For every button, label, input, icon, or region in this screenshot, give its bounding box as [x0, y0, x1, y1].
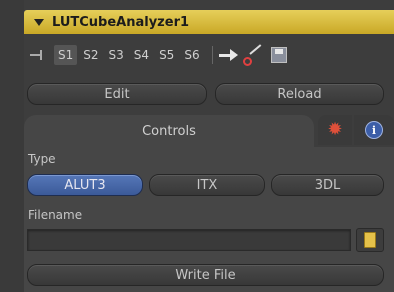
view-button-s2[interactable]: S2 — [79, 45, 102, 65]
key-icon[interactable] — [242, 47, 265, 66]
collapse-arrow-icon[interactable] — [34, 18, 44, 26]
edit-button[interactable]: Edit — [27, 83, 207, 105]
view-button-s3[interactable]: S3 — [105, 45, 128, 65]
view-button-s4[interactable]: S4 — [130, 45, 153, 65]
arrow-right-icon[interactable] — [218, 49, 239, 61]
tool-header[interactable]: LUTCubeAnalyzer1 — [24, 10, 394, 34]
view-toolbar: S1 S2 S3 S4 S5 S6 — [24, 40, 394, 70]
view-button-s6[interactable]: S6 — [180, 45, 203, 65]
tab-controls[interactable]: Controls — [24, 115, 314, 147]
gear-icon: ✹ — [327, 119, 343, 140]
pin-icon[interactable] — [30, 50, 46, 60]
type-option-alut3[interactable]: ALUT3 — [27, 174, 143, 196]
type-option-itx[interactable]: ITX — [149, 174, 265, 196]
type-label: Type — [28, 152, 56, 166]
tab-row: Controls ✹ i — [24, 115, 394, 147]
view-button-s1[interactable]: S1 — [54, 45, 78, 65]
tool-title: LUTCubeAnalyzer1 — [52, 14, 190, 30]
filename-input[interactable] — [27, 229, 351, 251]
toolbar-separator — [211, 46, 213, 64]
filename-label: Filename — [28, 208, 83, 222]
reload-button[interactable]: Reload — [215, 83, 384, 105]
tab-settings[interactable]: ✹ — [318, 115, 352, 145]
tab-info[interactable]: i — [354, 115, 394, 145]
view-button-s5[interactable]: S5 — [155, 45, 178, 65]
info-icon: i — [365, 121, 383, 139]
type-option-3dl[interactable]: 3DL — [271, 174, 384, 196]
folder-icon — [364, 232, 376, 248]
save-icon[interactable] — [270, 47, 287, 63]
browse-button[interactable] — [356, 228, 384, 252]
write-file-button[interactable]: Write File — [27, 264, 384, 286]
